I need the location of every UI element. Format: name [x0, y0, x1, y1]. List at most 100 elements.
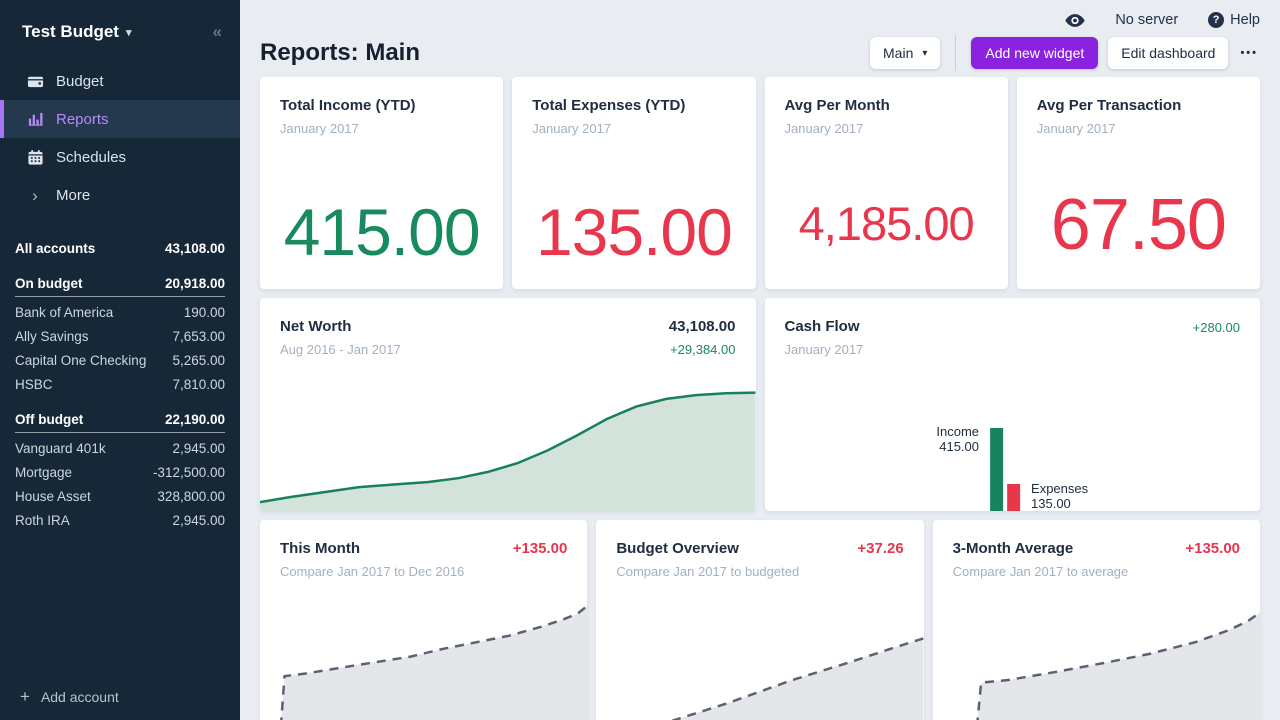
sidebar-item-label: More [56, 187, 90, 204]
account-row[interactable]: Roth IRA 2,945.00 [0, 508, 240, 532]
all-accounts-row[interactable]: All accounts 43,108.00 [0, 236, 240, 260]
widget-net-worth[interactable]: Net Worth 43,108.00 Aug 2016 - Jan 2017 … [260, 298, 756, 511]
on-budget-header[interactable]: On budget 20,918.00 [15, 276, 225, 297]
add-widget-button[interactable]: Add new widget [971, 37, 1098, 69]
caret-down-icon: ▾ [126, 26, 132, 39]
expenses-bar [1007, 484, 1020, 511]
page-title: Reports: Main [260, 39, 420, 67]
widget-title: Avg Per Transaction [1037, 97, 1240, 114]
sidebar-item-budget[interactable]: Budget [0, 62, 240, 100]
dashboard-controls: Main ▾ Add new widget Edit dashboard ••• [870, 35, 1260, 71]
group-label: On budget [15, 276, 83, 291]
sidebar: Test Budget ▾ « Budget Reports Schedules… [0, 0, 240, 720]
server-status[interactable]: No server [1115, 12, 1178, 28]
collapse-sidebar-icon[interactable]: « [213, 22, 222, 42]
account-row[interactable]: Ally Savings 7,653.00 [0, 324, 240, 348]
account-balance: 43,108.00 [165, 241, 225, 256]
widget-3-month-average[interactable]: 3-Month Average +135.00 Compare Jan 2017… [933, 520, 1260, 720]
income-bar [990, 428, 1003, 511]
widget-title: Total Income (YTD) [280, 97, 483, 114]
widget-period: January 2017 [785, 121, 988, 136]
account-balance: 7,810.00 [172, 377, 225, 392]
add-account-button[interactable]: + Add account [0, 673, 240, 720]
edit-dashboard-button[interactable]: Edit dashboard [1108, 37, 1228, 69]
kpi-value: 415.00 [260, 199, 503, 265]
widget-period: January 2017 [785, 342, 1241, 357]
account-row[interactable]: Capital One Checking 5,265.00 [0, 348, 240, 372]
account-row[interactable]: Bank of America 190.00 [0, 300, 240, 324]
kpi-row: Total Income (YTD) January 2017 415.00 T… [260, 77, 1260, 289]
compare-delta: +135.00 [1185, 540, 1240, 557]
kpi-value: 4,185.00 [765, 200, 1008, 247]
widget-this-month[interactable]: This Month +135.00 Compare Jan 2017 to D… [260, 520, 587, 720]
widget-title: Budget Overview [616, 540, 739, 557]
top-status-bar: No server ? Help [260, 0, 1260, 30]
net-worth-change: +29,384.00 [670, 342, 735, 357]
account-row[interactable]: HSBC 7,810.00 [0, 372, 240, 396]
reports-header: Reports: Main Main ▾ Add new widget Edit… [260, 32, 1260, 74]
off-budget-header[interactable]: Off budget 22,190.00 [15, 412, 225, 433]
net-worth-area-chart [260, 385, 756, 511]
widget-total-income[interactable]: Total Income (YTD) January 2017 415.00 [260, 77, 503, 289]
sidebar-item-label: Budget [56, 73, 104, 90]
account-balance: 2,945.00 [172, 513, 225, 528]
sidebar-item-schedules[interactable]: Schedules [0, 138, 240, 176]
privacy-eye-icon[interactable] [1065, 13, 1085, 28]
account-row[interactable]: Mortgage -312,500.00 [0, 460, 240, 484]
income-label: Income 415.00 [936, 424, 979, 454]
widget-budget-overview[interactable]: Budget Overview +37.26 Compare Jan 2017 … [596, 520, 923, 720]
cash-flow-net: +280.00 [1193, 320, 1240, 335]
widget-avg-per-month[interactable]: Avg Per Month January 2017 4,185.00 [765, 77, 1008, 289]
sidebar-item-label: Schedules [56, 149, 126, 166]
widget-period: January 2017 [532, 121, 735, 136]
widget-period: Compare Jan 2017 to Dec 2016 [280, 564, 567, 579]
widget-cash-flow[interactable]: Cash Flow +280.00 January 2017 Income 41… [765, 298, 1261, 511]
kpi-value: 135.00 [512, 199, 755, 265]
plus-icon: + [20, 688, 30, 705]
sidebar-menu: Budget Reports Schedules › More [0, 62, 240, 214]
accounts-list: All accounts 43,108.00 On budget 20,918.… [0, 236, 240, 532]
compare-delta: +135.00 [513, 540, 568, 557]
budget-name-menu[interactable]: Test Budget ▾ [22, 22, 132, 42]
account-name: All accounts [15, 241, 95, 256]
account-name: Vanguard 401k [15, 441, 106, 456]
wallet-icon [26, 73, 44, 90]
widget-title: 3-Month Average [953, 540, 1074, 557]
account-row[interactable]: House Asset 328,800.00 [0, 484, 240, 508]
more-options-icon[interactable]: ••• [1238, 41, 1260, 65]
add-account-label: Add account [41, 689, 119, 705]
account-row[interactable]: Vanguard 401k 2,945.00 [0, 436, 240, 460]
dashboard-select-label: Main [883, 45, 913, 61]
widget-title: Cash Flow [785, 318, 860, 335]
kpi-value: 67.50 [1017, 189, 1260, 261]
widget-title: Net Worth [280, 318, 351, 335]
account-name: House Asset [15, 489, 91, 504]
account-balance: 5,265.00 [172, 353, 225, 368]
widget-title: Total Expenses (YTD) [532, 97, 735, 114]
charts-row: Net Worth 43,108.00 Aug 2016 - Jan 2017 … [260, 298, 1260, 511]
sidebar-header: Test Budget ▾ « [0, 0, 240, 58]
account-name: Ally Savings [15, 329, 89, 344]
compare-row: This Month +135.00 Compare Jan 2017 to D… [260, 520, 1260, 720]
widget-title: This Month [280, 540, 360, 557]
sidebar-item-label: Reports [56, 111, 109, 128]
chevron-right-icon: › [26, 187, 44, 204]
account-name: Capital One Checking [15, 353, 146, 368]
widget-period: Compare Jan 2017 to average [953, 564, 1240, 579]
widget-period: January 2017 [1037, 121, 1240, 136]
sidebar-item-more[interactable]: › More [0, 176, 240, 214]
dashboard-select[interactable]: Main ▾ [870, 37, 940, 69]
divider [955, 35, 956, 71]
help-button[interactable]: ? Help [1208, 12, 1260, 28]
expenses-label: Expenses 135.00 [1031, 481, 1088, 511]
widget-avg-per-transaction[interactable]: Avg Per Transaction January 2017 67.50 [1017, 77, 1260, 289]
question-icon: ? [1208, 12, 1224, 28]
calendar-icon [26, 149, 44, 166]
this-month-chart [260, 602, 587, 720]
widget-period: Compare Jan 2017 to budgeted [616, 564, 903, 579]
widget-total-expenses[interactable]: Total Expenses (YTD) January 2017 135.00 [512, 77, 755, 289]
group-balance: 20,918.00 [165, 276, 225, 291]
sidebar-item-reports[interactable]: Reports [0, 100, 240, 138]
group-balance: 22,190.00 [165, 412, 225, 427]
group-label: Off budget [15, 412, 83, 427]
